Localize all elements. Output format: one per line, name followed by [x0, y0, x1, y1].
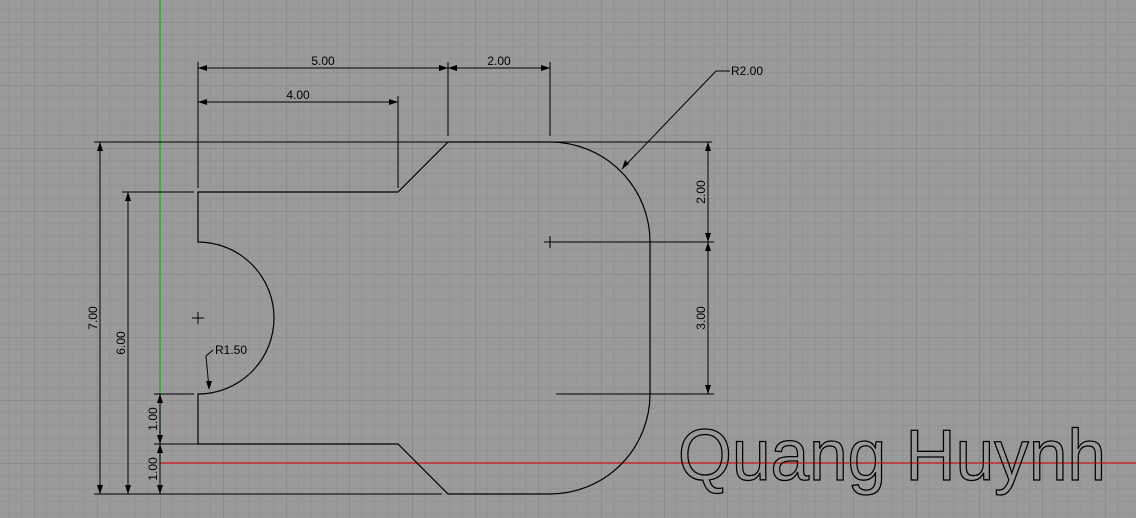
dim-text-4: 4.00 — [286, 88, 310, 102]
signature-text: Quang Huynh — [678, 416, 1106, 496]
dim-text-r2: R2.00 — [731, 64, 763, 78]
dim-text-2: 2.00 — [487, 54, 511, 68]
cad-drawing[interactable]: 5.00 2.00 4.00 R2.00 R1.50 7.00 6.00 1.0… — [0, 0, 1136, 518]
dim-text-6: 6.00 — [114, 331, 128, 355]
dim-text-5: 5.00 — [311, 54, 335, 68]
dim-text-1-upper: 1.00 — [146, 407, 160, 431]
dim-text-right-3: 3.00 — [694, 306, 708, 330]
dim-text-7: 7.00 — [86, 306, 100, 330]
dim-text-right-2: 2.00 — [694, 180, 708, 204]
cad-viewport[interactable]: 5.00 2.00 4.00 R2.00 R1.50 7.00 6.00 1.0… — [0, 0, 1136, 518]
dim-text-r150: R1.50 — [215, 343, 247, 357]
dim-text-1-lower: 1.00 — [146, 457, 160, 481]
